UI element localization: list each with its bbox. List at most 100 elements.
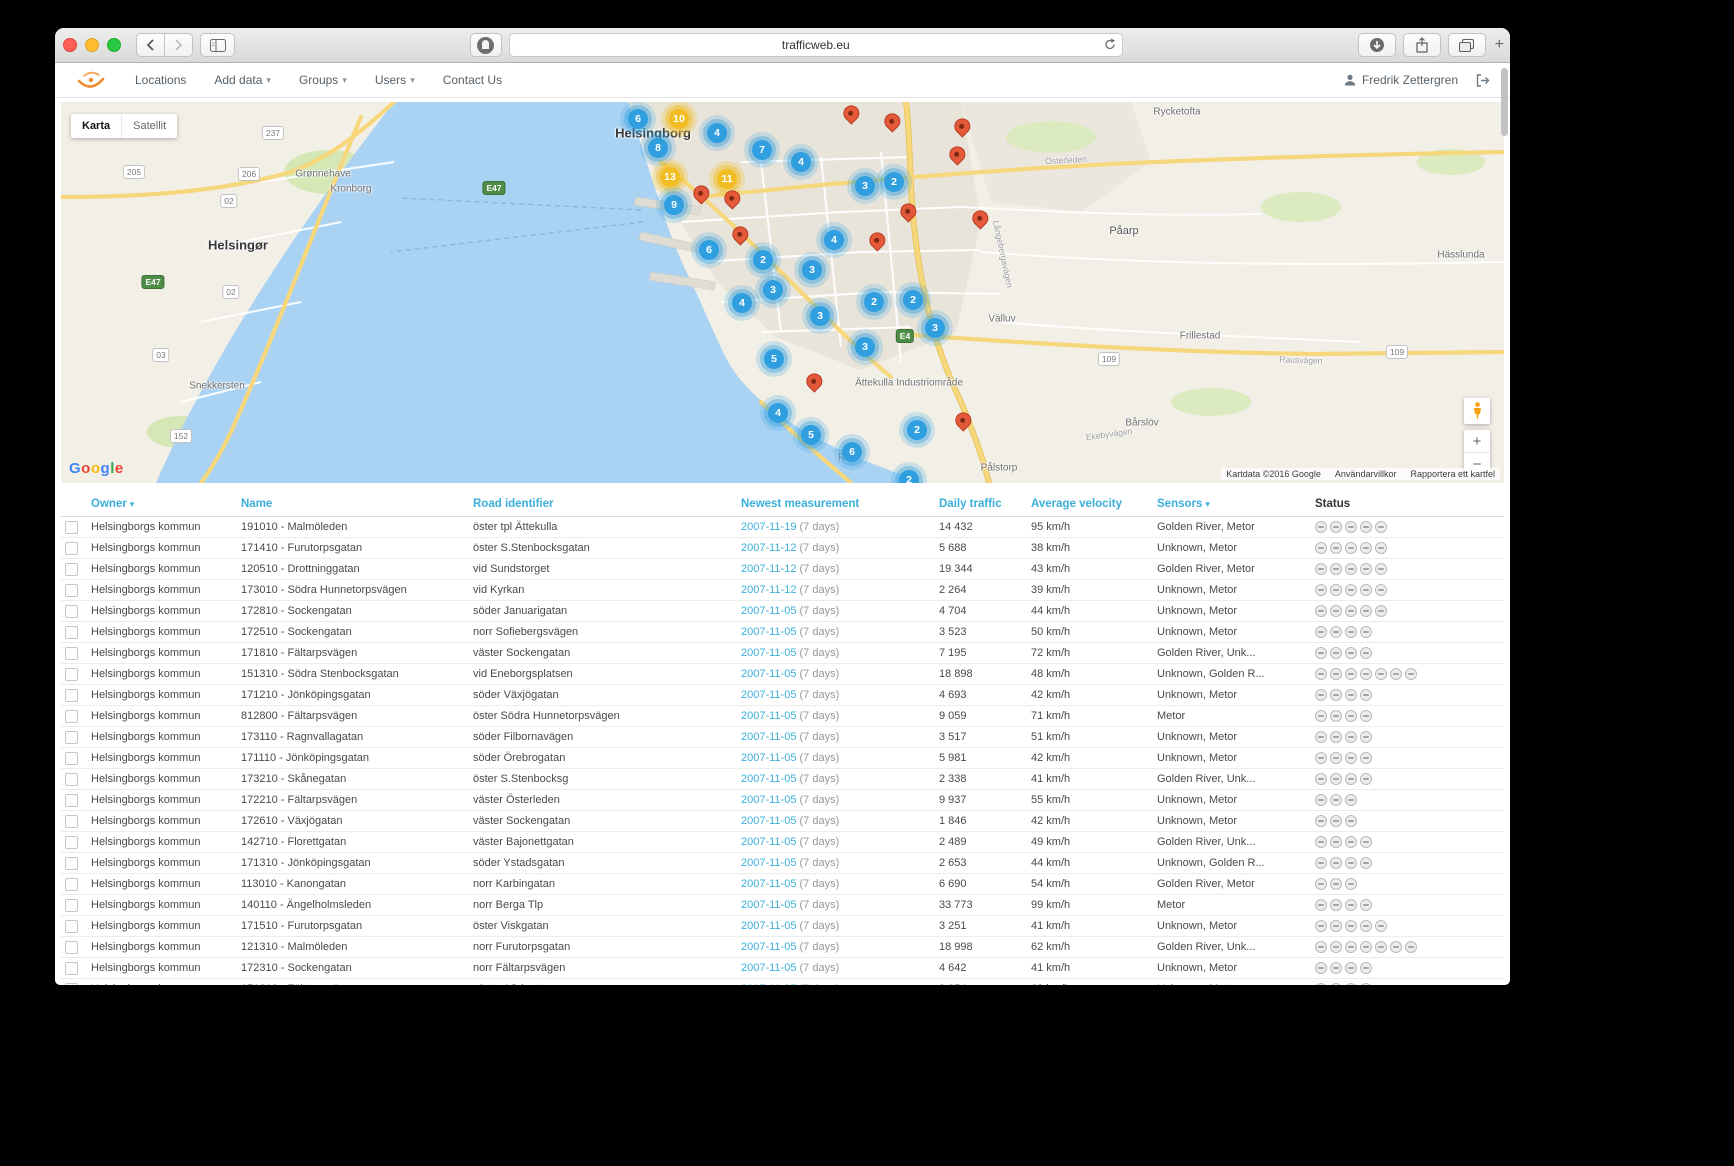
share-button[interactable]	[1403, 33, 1441, 57]
measurement-date-link[interactable]: 2007-11-05	[741, 899, 796, 911]
measurement-date-link[interactable]: 2007-11-12	[741, 542, 796, 554]
cluster-marker[interactable]: 6	[834, 434, 870, 470]
zoom-window-button[interactable]	[107, 38, 121, 52]
new-tab-button[interactable]: +	[1493, 36, 1506, 54]
cluster-marker[interactable]: 2	[876, 164, 912, 200]
measurement-date-link[interactable]: 2007-11-05	[741, 794, 796, 806]
cluster-marker[interactable]: 3	[755, 272, 791, 308]
cluster-marker[interactable]: 2	[856, 284, 892, 320]
nav-item-users[interactable]: Users	[375, 73, 415, 87]
row-checkbox[interactable]	[65, 647, 78, 660]
row-checkbox[interactable]	[65, 605, 78, 618]
row-checkbox[interactable]	[65, 731, 78, 744]
row-checkbox[interactable]	[65, 836, 78, 849]
measurement-date-link[interactable]: 2007-11-05	[741, 836, 796, 848]
back-button[interactable]	[136, 33, 165, 57]
nav-item-locations[interactable]: Locations	[135, 73, 186, 87]
row-checkbox[interactable]	[65, 773, 78, 786]
measurement-date-link[interactable]: 2007-11-05	[741, 941, 796, 953]
row-checkbox[interactable]	[65, 668, 78, 681]
measurement-date-link[interactable]: 2007-11-05	[741, 731, 796, 743]
traffic-map[interactable]: HelsingborgHelsingørGrønnehaveKronborgSn…	[61, 102, 1504, 483]
cluster-marker[interactable]: 5	[793, 417, 829, 453]
row-checkbox[interactable]	[65, 710, 78, 723]
measurement-date-link[interactable]: 2007-11-05	[741, 857, 796, 869]
cluster-marker[interactable]: 4	[816, 222, 852, 258]
measurement-date-link[interactable]: 2007-11-05	[741, 920, 796, 932]
row-checkbox[interactable]	[65, 899, 78, 912]
measurement-date-link[interactable]: 2007-11-05	[741, 983, 796, 985]
measurement-date-link[interactable]: 2007-11-05	[741, 710, 796, 722]
measurement-date-link[interactable]: 2007-11-12	[741, 563, 796, 575]
measurement-date-link[interactable]: 2007-11-05	[741, 689, 796, 701]
column-header-newest-measurement[interactable]: Newest measurement	[737, 491, 935, 517]
measurement-date-link[interactable]: 2007-11-05	[741, 773, 796, 785]
cluster-marker[interactable]: 4	[724, 285, 760, 321]
sidebar-toggle-button[interactable]	[200, 33, 235, 57]
tab-overview-button[interactable]	[1448, 33, 1486, 57]
logout-icon[interactable]	[1476, 74, 1490, 87]
row-checkbox[interactable]	[65, 542, 78, 555]
row-checkbox[interactable]	[65, 941, 78, 954]
row-checkbox[interactable]	[65, 584, 78, 597]
row-checkbox[interactable]	[65, 521, 78, 534]
nav-item-contact-us[interactable]: Contact Us	[443, 73, 502, 87]
cluster-marker[interactable]: 3	[802, 298, 838, 334]
measurement-date-link[interactable]: 2007-11-05	[741, 668, 796, 680]
cluster-marker[interactable]: 9	[656, 187, 692, 223]
measurement-date-link[interactable]: 2007-11-05	[741, 815, 796, 827]
map-type-satellit-button[interactable]: Satellit	[121, 114, 177, 138]
downloads-button[interactable]	[1358, 33, 1396, 57]
close-window-button[interactable]	[63, 38, 77, 52]
cluster-marker[interactable]: 4	[699, 115, 735, 151]
zoom-in-button[interactable]: +	[1464, 430, 1490, 452]
forward-button[interactable]	[165, 33, 193, 57]
column-header-name[interactable]: Name	[237, 491, 469, 517]
row-checkbox[interactable]	[65, 563, 78, 576]
column-header-sensors[interactable]: Sensors	[1153, 491, 1311, 517]
column-header-owner[interactable]: Owner	[87, 491, 237, 517]
measurement-date-link[interactable]: 2007-11-05	[741, 626, 796, 638]
measurement-date-link[interactable]: 2007-11-12	[741, 584, 796, 596]
measurement-date-link[interactable]: 2007-11-05	[741, 878, 796, 890]
measurement-date-link[interactable]: 2007-11-05	[741, 647, 796, 659]
row-checkbox[interactable]	[65, 920, 78, 933]
nav-item-groups[interactable]: Groups	[299, 73, 347, 87]
measurement-date-link[interactable]: 2007-11-19	[741, 521, 796, 533]
map-type-karta-button[interactable]: Karta	[71, 114, 121, 138]
user-menu[interactable]: Fredrik Zettergren	[1344, 73, 1458, 87]
minimize-window-button[interactable]	[85, 38, 99, 52]
row-checkbox[interactable]	[65, 857, 78, 870]
measurement-date-link[interactable]: 2007-11-05	[741, 752, 796, 764]
attribution-link[interactable]: Användarvillkor	[1335, 469, 1397, 479]
cluster-marker[interactable]: 7	[744, 132, 780, 168]
column-header-road-identifier[interactable]: Road identifier	[469, 491, 737, 517]
row-checkbox[interactable]	[65, 689, 78, 702]
row-checkbox[interactable]	[65, 752, 78, 765]
cluster-marker[interactable]: 2	[899, 412, 935, 448]
nav-item-add-data[interactable]: Add data	[214, 73, 271, 87]
extension-button[interactable]	[470, 33, 502, 57]
row-checkbox[interactable]	[65, 794, 78, 807]
row-checkbox[interactable]	[65, 878, 78, 891]
reload-icon[interactable]	[1104, 38, 1116, 51]
measurement-date-link[interactable]: 2007-11-05	[741, 605, 796, 617]
row-checkbox[interactable]	[65, 815, 78, 828]
page-scrollbar[interactable]	[1501, 68, 1508, 136]
column-header-daily-traffic[interactable]: Daily traffic	[935, 491, 1027, 517]
measurement-date-link[interactable]: 2007-11-05	[741, 962, 796, 974]
pegman-control[interactable]	[1464, 398, 1490, 424]
cluster-marker[interactable]: 2	[891, 462, 927, 483]
attribution-link[interactable]: Rapportera ett kartfel	[1410, 469, 1495, 479]
cluster-marker[interactable]: 4	[783, 144, 819, 180]
row-checkbox[interactable]	[65, 983, 78, 986]
cluster-marker[interactable]: 4	[760, 395, 796, 431]
row-checkbox[interactable]	[65, 626, 78, 639]
cluster-marker[interactable]: 6	[691, 232, 727, 268]
address-bar[interactable]: trafficweb.eu	[509, 33, 1123, 57]
cluster-marker[interactable]: 3	[917, 310, 953, 346]
column-header-average-velocity[interactable]: Average velocity	[1027, 491, 1153, 517]
cluster-marker[interactable]: 3	[847, 329, 883, 365]
row-checkbox[interactable]	[65, 962, 78, 975]
cluster-marker[interactable]: 5	[756, 341, 792, 377]
